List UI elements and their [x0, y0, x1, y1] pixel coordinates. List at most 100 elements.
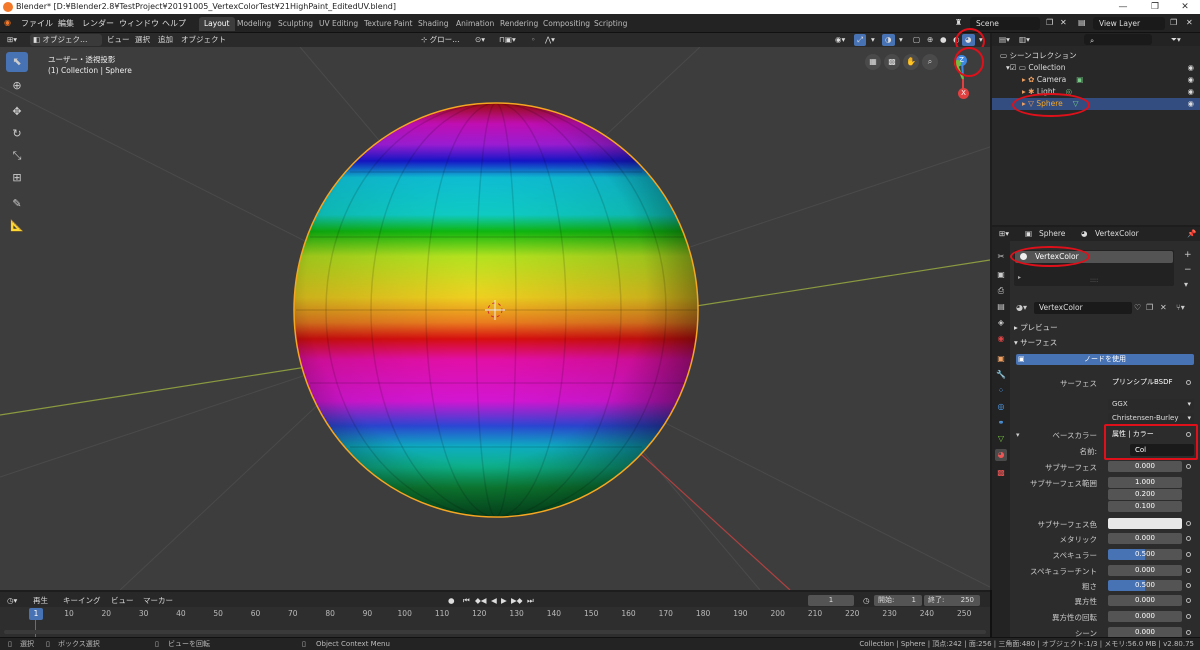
scene-tab-icon[interactable]: ◈ — [995, 317, 1007, 329]
input-socket-icon[interactable] — [1186, 464, 1191, 469]
properties-editor-icon[interactable]: ⊞▾ — [996, 228, 1012, 240]
current-frame-field[interactable]: 1 — [808, 595, 854, 606]
data-tab-icon[interactable]: ▽ — [995, 433, 1007, 445]
input-socket-icon[interactable] — [1186, 536, 1191, 541]
area-divider[interactable] — [990, 590, 992, 637]
constraints-tab-icon[interactable]: ⚭ — [995, 417, 1007, 429]
distribution-dropdown[interactable]: GGX ▾ — [1108, 399, 1194, 410]
prop-value-field[interactable]: 0.100 — [1108, 501, 1182, 512]
new-scene-icon[interactable]: ❐ — [1046, 18, 1053, 27]
remove-slot-icon[interactable]: − — [1184, 265, 1192, 275]
tab-animation[interactable]: Animation — [451, 17, 499, 31]
next-keyframe-icon[interactable]: ▶◆ — [508, 595, 526, 607]
gizmo-dropdown-icon[interactable]: ▾ — [868, 34, 878, 46]
material-browse-icon[interactable]: ◕▾ — [1016, 303, 1027, 312]
gizmo-toggle-icon[interactable]: ⤢ — [854, 34, 866, 46]
menu-keying[interactable]: キーイング — [60, 595, 104, 607]
prop-value-field[interactable]: 1.000 — [1108, 477, 1182, 488]
menu-view[interactable]: ビュー — [104, 34, 133, 46]
delete-view-layer-icon[interactable]: ✕ — [1186, 18, 1193, 27]
scene-collection-row[interactable]: ▭ シーンコレクション — [992, 50, 1200, 62]
unlink-material-icon[interactable]: ✕ — [1160, 303, 1167, 312]
timeline-editor-icon[interactable]: ◷▾ — [4, 595, 20, 607]
new-view-layer-icon[interactable]: ❐ — [1170, 18, 1177, 27]
list-expand-icon[interactable]: ▸ — [1018, 274, 1021, 281]
sphere-visibility-icon[interactable]: ◉ — [1187, 98, 1194, 110]
pivot-icon[interactable]: ⊙▾ — [472, 34, 488, 46]
base-color-expand-icon[interactable]: ▾ — [1016, 431, 1020, 439]
outliner-item-camera[interactable]: ▸ ✿ Camera ▣ ◉ — [992, 74, 1200, 86]
list-resize-handle[interactable]: :::: — [1090, 277, 1098, 284]
menu-select[interactable]: 選択 — [132, 34, 153, 46]
material-name-field[interactable]: VertexColor — [1034, 302, 1132, 314]
menu-playback[interactable]: 再生 — [30, 595, 51, 607]
fake-user-icon[interactable]: ♡ — [1134, 303, 1141, 312]
toggle-perspective-icon[interactable]: ▩ — [884, 54, 900, 70]
shading-solid-icon[interactable]: ● — [937, 34, 950, 46]
prop-value-field[interactable]: 0.000 — [1108, 595, 1182, 606]
rotate-tool-icon[interactable]: ↻ — [6, 124, 28, 144]
gizmo-x[interactable]: X — [958, 88, 969, 99]
browse-node-icon[interactable]: ⑂▾ — [1176, 303, 1185, 312]
editor-type-icon[interactable]: ⊞▾ — [4, 34, 20, 46]
menu-window[interactable]: ウィンドウ — [119, 18, 159, 29]
prop-value-field[interactable]: 0.000 — [1108, 461, 1182, 472]
tab-modeling[interactable]: Modeling — [232, 17, 276, 31]
mode-selector[interactable]: ◧ オブジェク… — [30, 34, 102, 46]
subsurface-method-dropdown[interactable]: Christensen-Burley ▾ — [1108, 413, 1194, 424]
input-socket-icon[interactable] — [1186, 583, 1191, 588]
collection-expand-icon[interactable]: ▾☑ — [1006, 63, 1019, 72]
use-nodes-button[interactable]: ノードを使用 — [1016, 354, 1194, 365]
overlay-dropdown-icon[interactable]: ▾ — [896, 34, 906, 46]
outliner-search-input[interactable]: ⌕ — [1084, 34, 1152, 45]
jump-start-icon[interactable]: ⏮ — [460, 595, 473, 607]
object-tab-icon[interactable]: ▣ — [995, 353, 1007, 365]
outliner-editor-icon[interactable]: ▤▾ — [996, 34, 1013, 46]
prev-keyframe-icon[interactable]: ◆◀ — [472, 595, 490, 607]
transform-tool-icon[interactable]: ⊞ — [6, 168, 28, 188]
prop-value-field[interactable] — [1108, 518, 1182, 529]
view-layer-selector[interactable]: View Layer — [1093, 17, 1165, 30]
camera-visibility-icon[interactable]: ◉ — [1187, 74, 1194, 86]
xray-icon[interactable]: ▢ — [910, 34, 923, 46]
modifier-tab-icon[interactable]: 🔧 — [995, 369, 1007, 381]
tab-rendering[interactable]: Rendering — [495, 17, 543, 31]
annotate-tool-icon[interactable]: ✎ — [6, 194, 28, 214]
3d-viewport[interactable]: ユーザー・透視投影 (1) Collection | Sphere Z Y X … — [0, 47, 990, 590]
restore-button[interactable]: ❐ — [1140, 0, 1170, 14]
input-socket-icon[interactable] — [1186, 568, 1191, 573]
cursor-tool-icon[interactable]: ⊕ — [6, 76, 28, 96]
preview-range-icon[interactable]: ◷ — [860, 595, 873, 607]
close-button[interactable]: ✕ — [1170, 0, 1200, 14]
tab-uv-editing[interactable]: UV Editing — [314, 17, 363, 31]
prop-value-field[interactable]: 0.000 — [1108, 611, 1182, 622]
menu-marker[interactable]: マーカー — [140, 595, 176, 607]
tab-layout[interactable]: Layout — [199, 17, 235, 31]
texture-tab-icon[interactable]: ▩ — [995, 467, 1007, 479]
surface-socket-icon[interactable] — [1186, 380, 1191, 385]
slot-menu-icon[interactable]: ▾ — [1184, 280, 1188, 289]
output-tab-icon[interactable]: ⎙ — [995, 285, 1007, 297]
shading-wireframe-icon[interactable]: ⊕ — [924, 34, 936, 46]
menu-file[interactable]: ファイル — [21, 18, 53, 29]
render-tab-icon[interactable]: ▣ — [995, 269, 1007, 281]
duplicate-material-icon[interactable]: ❐ — [1146, 303, 1153, 312]
menu-edit[interactable]: 編集 — [58, 18, 74, 29]
minimize-button[interactable]: — — [1108, 0, 1138, 14]
snap-icon[interactable]: ⊓▣▾ — [496, 34, 519, 46]
overlay-toggle-icon[interactable]: ◑ — [882, 34, 895, 46]
menu-help[interactable]: ヘルプ — [162, 18, 186, 29]
scale-tool-icon[interactable]: ⤡ — [6, 146, 28, 166]
select-tool-icon[interactable]: ⬉ — [6, 52, 28, 72]
view-layer-tab-icon[interactable]: ▤ — [995, 301, 1007, 313]
menu-timeline-view[interactable]: ビュー — [108, 595, 137, 607]
jump-end-icon[interactable]: ⏭ — [524, 595, 537, 607]
transform-orientation[interactable]: ⊹ グロー… — [418, 34, 463, 46]
pin-icon[interactable]: 📌 — [1184, 228, 1199, 240]
visibility-icon[interactable]: ◉▾ — [832, 34, 848, 46]
input-socket-icon[interactable] — [1186, 521, 1191, 526]
world-tab-icon[interactable]: ◉ — [995, 333, 1007, 345]
add-slot-icon[interactable]: + — [1184, 250, 1192, 260]
input-socket-icon[interactable] — [1186, 598, 1191, 603]
light-visibility-icon[interactable]: ◉ — [1187, 86, 1194, 98]
